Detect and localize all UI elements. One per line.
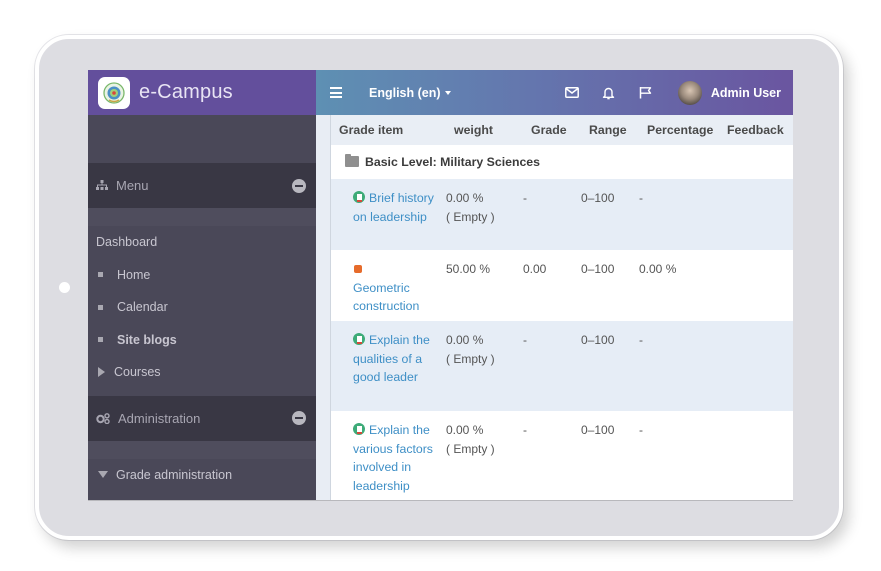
weight-note: ( Empty ): [446, 351, 495, 366]
grades-panel: Grade item weight Grade Range Percentage…: [330, 115, 793, 500]
tablet-home-button: [59, 282, 70, 293]
weight-value: 50.00 %: [446, 262, 491, 276]
sidebar-item-grade-administration[interactable]: Grade administration: [88, 459, 316, 492]
grade-value: -: [523, 179, 581, 250]
brand-logo-icon: [98, 76, 130, 109]
weight-value: 0.00 %: [446, 423, 484, 437]
percentage-value: 0.00 %: [639, 262, 677, 276]
sidebar-item-label: Site blogs: [117, 332, 177, 347]
sidebar-item-site-blogs[interactable]: Site blogs: [88, 324, 316, 357]
envelope-icon[interactable]: [562, 83, 582, 103]
administration-block-title: Administration: [118, 410, 201, 426]
column-header-grade-item[interactable]: Grade item: [331, 115, 446, 145]
cogs-icon: [96, 412, 110, 424]
sidebar-item-courses[interactable]: Courses: [88, 356, 316, 389]
grade-item-link[interactable]: Brief history on leadership: [353, 191, 434, 224]
grade-value: -: [523, 321, 581, 411]
assignment-icon: [353, 333, 365, 345]
flag-icon[interactable]: [636, 83, 656, 103]
range-value: 0–100: [581, 321, 639, 411]
table-header-row: Grade item weight Grade Range Percentage…: [331, 115, 793, 145]
sidebar: e-Campus Menu Dashboard Home Calendar Si…: [88, 70, 316, 500]
menu-block-header[interactable]: Menu: [88, 163, 316, 208]
language-selector[interactable]: English (en): [369, 86, 451, 100]
menu-collapse-button[interactable]: [292, 178, 306, 193]
table-row: Geometric construction 50.00 % 0.00 0–10…: [331, 250, 793, 321]
percentage-value: -: [639, 179, 719, 250]
weight-value: 0.00 %: [446, 191, 484, 205]
brand[interactable]: e-Campus: [88, 70, 316, 115]
brand-name: e-Campus: [139, 81, 233, 103]
feedback-value: [719, 321, 793, 411]
sidebar-item-label: Grade administration: [116, 467, 233, 482]
range-value: 0–100: [581, 423, 615, 437]
bell-icon[interactable]: [599, 83, 619, 103]
grade-item-link[interactable]: Explain the various factors involved in …: [353, 423, 433, 493]
assignment-icon: [353, 423, 365, 435]
sidebar-item-calendar[interactable]: Calendar: [88, 291, 316, 324]
weight-note: ( Empty ): [446, 441, 495, 456]
column-header-percentage[interactable]: Percentage: [639, 115, 719, 145]
grade-report-table: Grade item weight Grade Range Percentage…: [331, 115, 793, 500]
menu-block-title: Menu: [116, 178, 149, 193]
column-header-feedback[interactable]: Feedback: [719, 115, 793, 145]
administration-collapse-button[interactable]: [292, 411, 306, 425]
administration-block-header[interactable]: Administration: [88, 395, 316, 441]
bullet-icon: [98, 304, 103, 310]
column-header-grade[interactable]: Grade: [523, 115, 581, 145]
caret-down-icon: [444, 90, 451, 95]
sitemap-icon: [96, 180, 108, 190]
grade-value: 0.00: [523, 262, 547, 276]
grade-value: -: [523, 423, 527, 437]
table-row: Explain the qualities of a good leader 0…: [331, 321, 793, 411]
category-name: Basic Level: Military Sciences: [365, 155, 540, 169]
collapse-arrow-icon: [98, 471, 108, 479]
feedback-value: [719, 411, 793, 500]
expand-arrow-icon: [98, 367, 105, 378]
category-row: Basic Level: Military Sciences: [331, 145, 793, 179]
bullet-icon: [98, 272, 103, 278]
column-header-range[interactable]: Range: [581, 115, 639, 145]
language-label: English (en): [369, 85, 441, 100]
sidebar-item-label: Home: [117, 267, 151, 282]
feedback-value: [719, 250, 793, 321]
weight-note: ( Empty ): [446, 209, 495, 224]
sidebar-section-label: Dashboard: [96, 235, 158, 250]
grade-item-link[interactable]: Geometric construction: [353, 281, 419, 314]
main-content: Grade item weight Grade Range Percentage…: [316, 115, 793, 500]
user-name[interactable]: Admin User: [711, 86, 781, 100]
percentage-value: -: [639, 321, 719, 411]
sidebar-section-dashboard[interactable]: Dashboard: [88, 226, 316, 259]
folder-icon: [345, 154, 359, 167]
column-header-weight[interactable]: weight: [446, 115, 523, 145]
top-navbar: English (en) Admin User: [316, 70, 793, 115]
percentage-value: -: [639, 423, 643, 437]
table-row: Explain the various factors involved in …: [331, 411, 793, 500]
app-screen: e-Campus Menu Dashboard Home Calendar Si…: [88, 70, 793, 501]
sidebar-item-label: Calendar: [117, 300, 168, 315]
range-value: 0–100: [581, 179, 639, 250]
range-value: 0–100: [581, 262, 615, 276]
menu-icon[interactable]: [330, 87, 342, 98]
assignment-icon: [353, 191, 365, 203]
sidebar-item-label: Courses: [114, 365, 161, 380]
weight-value: 0.00 %: [446, 333, 484, 347]
bullet-icon: [98, 337, 103, 343]
quiz-icon: [353, 264, 363, 274]
feedback-value: [719, 179, 793, 250]
table-row: Brief history on leadership 0.00 % ( Empt…: [331, 179, 793, 250]
sidebar-item-home[interactable]: Home: [88, 259, 316, 292]
user-avatar[interactable]: [677, 80, 702, 105]
